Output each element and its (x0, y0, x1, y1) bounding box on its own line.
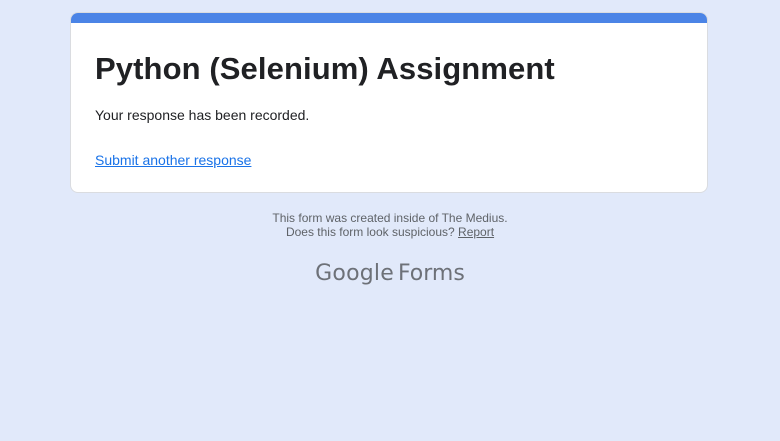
report-link[interactable]: Report (458, 225, 494, 239)
logo-forms-text: Forms (397, 261, 465, 286)
submit-another-response-link[interactable]: Submit another response (95, 152, 251, 168)
suspicious-prompt: Does this form look suspicious? (285, 225, 455, 239)
form-created-notice: This form was created inside of The Medi… (272, 211, 508, 225)
response-card: Python (Selenium) Assignment Your respon… (70, 12, 708, 193)
card-accent-bar (71, 13, 707, 23)
suspicious-notice: Does this form look suspicious? Report (0, 225, 780, 239)
logo-google-text: Google (315, 261, 394, 286)
google-forms-logo[interactable]: Google Forms (0, 260, 780, 286)
form-title: Python (Selenium) Assignment (95, 51, 555, 86)
confirmation-message: Your response has been recorded. (95, 107, 310, 123)
